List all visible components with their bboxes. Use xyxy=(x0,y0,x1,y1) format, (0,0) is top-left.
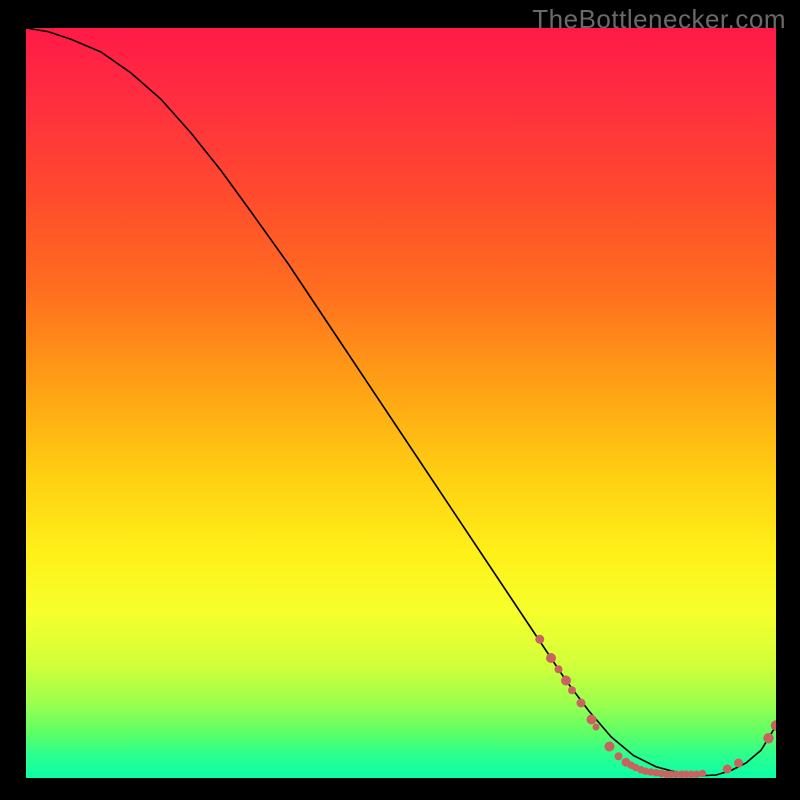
data-marker xyxy=(587,715,597,725)
data-marker xyxy=(555,665,563,673)
data-marker xyxy=(561,676,571,686)
data-marker xyxy=(763,733,773,743)
data-marker xyxy=(615,752,623,760)
data-marker xyxy=(577,699,586,708)
data-marker xyxy=(723,765,732,774)
chart-frame: TheBottlenecker.com xyxy=(0,0,800,800)
plot-area xyxy=(26,28,776,778)
data-marker xyxy=(568,686,576,694)
data-marker xyxy=(593,724,600,731)
data-marker xyxy=(546,653,556,663)
data-marker xyxy=(734,759,743,768)
data-marker xyxy=(605,742,615,752)
data-marker xyxy=(699,770,707,778)
chart-svg xyxy=(26,28,776,778)
data-marker xyxy=(535,635,544,644)
chart-background xyxy=(26,28,776,778)
